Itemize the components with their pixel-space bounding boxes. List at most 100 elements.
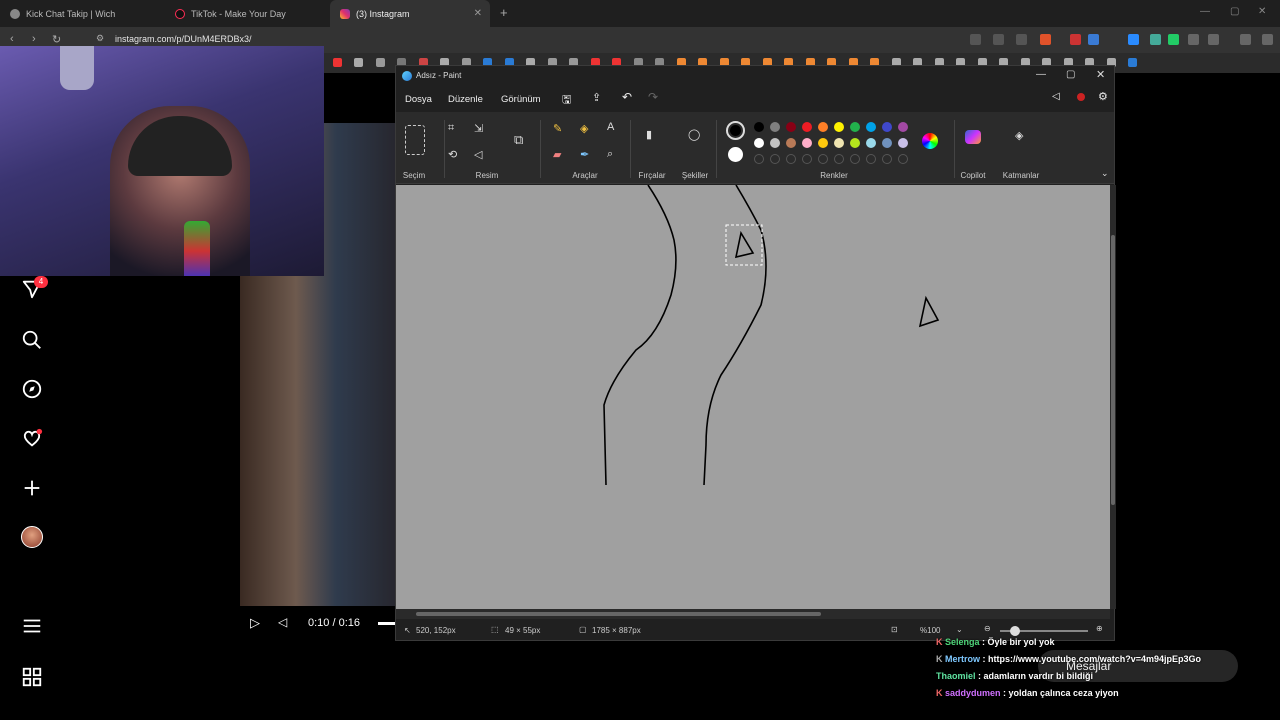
- copilot-icon[interactable]: [965, 130, 981, 144]
- color-swatch[interactable]: [898, 138, 908, 148]
- color-swatch[interactable]: [898, 122, 908, 132]
- close-tab-icon[interactable]: ✕: [474, 8, 482, 19]
- save-icon[interactable]: 🖫: [562, 91, 571, 110]
- collapse-ribbon-icon[interactable]: ⌄: [1101, 168, 1109, 179]
- color-swatch[interactable]: [850, 138, 860, 148]
- eraser-icon[interactable]: ▰: [553, 148, 561, 161]
- color-picker-icon[interactable]: ✒: [580, 148, 589, 161]
- extension-icon[interactable]: [1150, 34, 1161, 45]
- resize-icon[interactable]: ⇲: [474, 122, 483, 135]
- color-swatch[interactable]: [754, 122, 764, 132]
- search-icon[interactable]: [20, 328, 44, 352]
- tab-instagram[interactable]: (3) Instagram ✕: [330, 0, 490, 27]
- extension-icon[interactable]: [1070, 34, 1081, 45]
- minimize-icon[interactable]: —: [1200, 6, 1210, 17]
- color-swatch[interactable]: [850, 122, 860, 132]
- fill-icon[interactable]: ◈: [580, 122, 588, 135]
- color-swatch[interactable]: [882, 138, 892, 148]
- color-swatch[interactable]: [834, 122, 844, 132]
- secondary-color[interactable]: [728, 147, 743, 162]
- color-swatch[interactable]: [802, 122, 812, 132]
- fit-to-window-icon[interactable]: ⊡: [891, 625, 898, 634]
- settings-icon[interactable]: ⚙: [1098, 90, 1108, 103]
- extension-icon[interactable]: [1168, 34, 1179, 45]
- primary-color[interactable]: [726, 121, 745, 140]
- vertical-scrollbar[interactable]: [1110, 185, 1116, 609]
- custom-color-slot[interactable]: [754, 154, 764, 164]
- share-icon[interactable]: [1016, 34, 1027, 45]
- color-swatch[interactable]: [786, 138, 796, 148]
- account-icon[interactable]: [1077, 93, 1085, 101]
- menu-edit[interactable]: Düzenle: [448, 94, 483, 105]
- sidebar-icon[interactable]: [1208, 34, 1219, 45]
- pencil-icon[interactable]: ✎: [553, 122, 562, 135]
- bookmark-icon[interactable]: [332, 58, 342, 67]
- volume-icon[interactable]: ◁: [278, 615, 287, 629]
- color-swatch[interactable]: [834, 138, 844, 148]
- explore-icon[interactable]: [20, 377, 44, 401]
- extension-icon[interactable]: [1088, 34, 1099, 45]
- color-swatch[interactable]: [786, 122, 796, 132]
- color-swatch[interactable]: [866, 138, 876, 148]
- brush-icon[interactable]: ▮: [646, 128, 652, 141]
- custom-color-slot[interactable]: [898, 154, 908, 164]
- announcement-icon[interactable]: ◁: [1052, 91, 1060, 102]
- custom-color-slot[interactable]: [770, 154, 780, 164]
- maximize-icon[interactable]: ▢: [1066, 69, 1075, 80]
- extension-icon[interactable]: [1128, 34, 1139, 45]
- color-swatch[interactable]: [754, 138, 764, 148]
- bookmark-icon[interactable]: [375, 58, 385, 67]
- color-swatch[interactable]: [882, 122, 892, 132]
- crop-icon[interactable]: ⌗: [448, 122, 454, 135]
- flip-icon[interactable]: ◁: [474, 148, 482, 161]
- play-icon[interactable]: ▷: [250, 615, 260, 631]
- color-swatch[interactable]: [818, 138, 828, 148]
- bookmark-icon[interactable]: [354, 58, 363, 67]
- selection-tool-icon[interactable]: [405, 125, 425, 155]
- custom-color-slot[interactable]: [802, 154, 812, 164]
- brave-shield-icon[interactable]: [1040, 34, 1051, 45]
- layers-icon[interactable]: ◈: [1015, 129, 1023, 142]
- maximize-icon[interactable]: ▢: [1230, 6, 1239, 17]
- menu-icon[interactable]: [1262, 34, 1273, 45]
- site-settings-icon[interactable]: ⚙: [96, 33, 104, 44]
- heart-icon[interactable]: [20, 426, 44, 450]
- url-input[interactable]: instagram.com/p/DUnM4ERDBx3/: [115, 34, 252, 44]
- menu-view[interactable]: Görünüm: [501, 94, 541, 105]
- color-swatch[interactable]: [802, 138, 812, 148]
- tab-tiktok[interactable]: TikTok - Make Your Day: [165, 0, 330, 27]
- custom-color-slot[interactable]: [786, 154, 796, 164]
- share-icon[interactable]: ⇪: [592, 91, 601, 104]
- zoom-in-icon[interactable]: ⊕: [1096, 624, 1103, 633]
- puzzle-icon[interactable]: [1188, 34, 1199, 45]
- color-swatch[interactable]: [770, 138, 780, 148]
- horizontal-scrollbar[interactable]: [396, 609, 1110, 619]
- custom-color-slot[interactable]: [866, 154, 876, 164]
- shapes-icon[interactable]: ◯: [688, 128, 700, 141]
- menu-icon[interactable]: [20, 614, 44, 638]
- menu-file[interactable]: Dosya: [405, 94, 432, 105]
- color-swatch[interactable]: [770, 122, 780, 132]
- zoom-dropdown-icon[interactable]: ⌄: [956, 625, 963, 634]
- cast-icon[interactable]: [993, 34, 1004, 45]
- redo-icon[interactable]: ↷: [648, 90, 658, 104]
- custom-color-slot[interactable]: [834, 154, 844, 164]
- back-icon[interactable]: ‹: [10, 33, 14, 45]
- color-swatch[interactable]: [818, 122, 828, 132]
- magnifier-icon[interactable]: ⌕: [607, 148, 613, 161]
- undo-icon[interactable]: ↶: [622, 90, 632, 104]
- create-icon[interactable]: [20, 476, 44, 500]
- forward-icon[interactable]: ›: [32, 33, 36, 45]
- color-swatch[interactable]: [866, 122, 876, 132]
- custom-color-slot[interactable]: [882, 154, 892, 164]
- more-apps-icon[interactable]: [20, 665, 44, 689]
- edit-colors-icon[interactable]: [922, 133, 938, 149]
- tab-kick-chat[interactable]: Kick Chat Takip | Wich: [0, 0, 165, 27]
- zoom-out-icon[interactable]: ⊖: [984, 624, 991, 633]
- reload-icon[interactable]: ↻: [52, 33, 61, 46]
- custom-color-slot[interactable]: [850, 154, 860, 164]
- avatar[interactable]: [20, 525, 44, 549]
- media-icon[interactable]: [1240, 34, 1251, 45]
- rotate-icon[interactable]: ⟲: [448, 148, 457, 161]
- custom-color-slot[interactable]: [818, 154, 828, 164]
